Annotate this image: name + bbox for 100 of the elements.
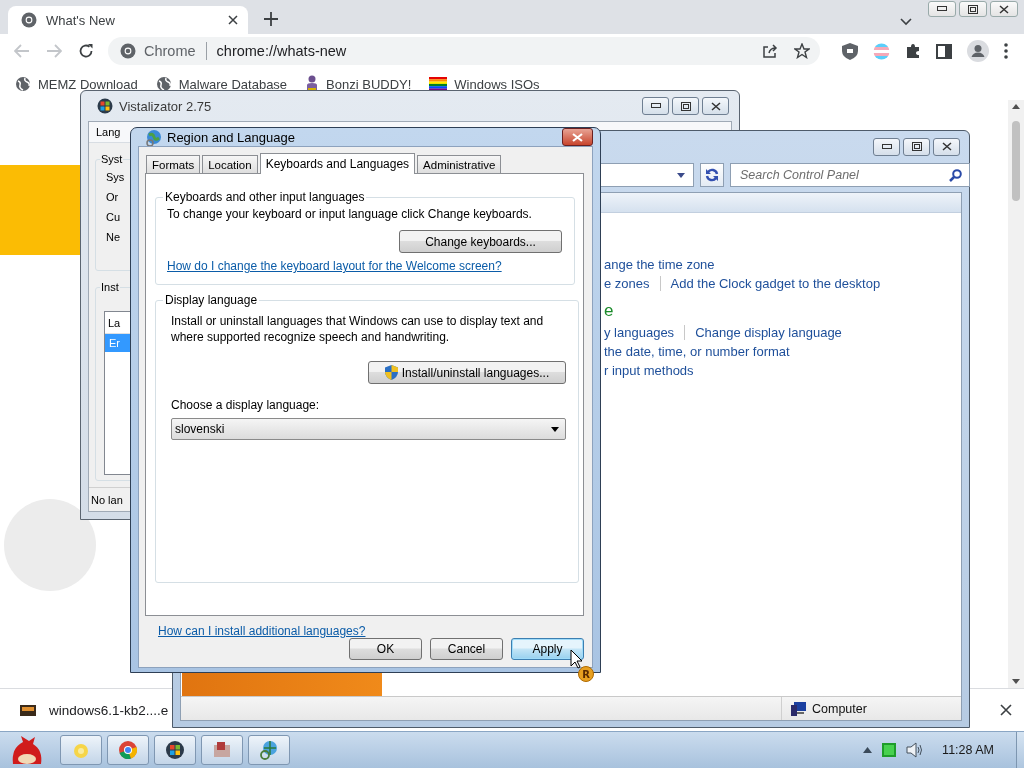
globe-icon	[145, 128, 162, 146]
bookmark-link[interactable]: Windows ISOs	[454, 76, 540, 92]
browser-tab[interactable]: What's New	[8, 6, 248, 34]
minimize-icon	[650, 103, 661, 109]
help-link[interactable]: How do I change the keyboard layout for the Welcome screen?	[167, 259, 502, 273]
shield-icon	[384, 365, 398, 380]
maximize-button[interactable]	[903, 137, 930, 156]
dialog-button[interactable]: OK	[349, 638, 422, 660]
task-link[interactable]: r input methods	[604, 363, 694, 378]
info-label: Sys	[106, 171, 125, 183]
tab[interactable]: Keyboards and Languages	[259, 153, 416, 174]
help-link[interactable]: How can I install additional languages?	[158, 624, 584, 638]
minimize-button[interactable]	[642, 97, 669, 115]
language-dropdown[interactable]: slovenski	[171, 418, 566, 440]
speaker-icon[interactable]	[906, 742, 925, 758]
restore-icon	[680, 101, 691, 111]
globe-icon	[259, 740, 279, 760]
install-languages-button[interactable]: Install/uninstall languages...	[368, 361, 566, 384]
new-tab-icon[interactable]	[264, 12, 278, 26]
chevron-down-icon[interactable]	[900, 18, 912, 26]
minimize-icon	[937, 6, 947, 12]
minimize-button[interactable]	[873, 137, 900, 156]
field-label: Choose a display language:	[171, 398, 320, 412]
tab[interactable]: Formats	[146, 155, 201, 173]
description-text: Install or uninstall languages that Windows can use to display text and where supported recognize speech and handwriting.	[171, 313, 545, 345]
taskbar-button[interactable]	[201, 735, 243, 765]
star-icon[interactable]	[794, 43, 810, 59]
show-hidden-icon[interactable]	[863, 747, 873, 753]
bookmark-link[interactable]: Malware Database	[178, 76, 288, 92]
task-link[interactable]: ange the time zone	[604, 257, 715, 272]
info-label: Cu	[106, 211, 121, 223]
bookmark-link[interactable]: Bonzi BUDDY!	[326, 76, 412, 92]
task-link[interactable]: y languages	[604, 325, 675, 340]
search-field[interactable]: Search Control Panel	[730, 163, 970, 187]
dropdown-arrow-icon[interactable]	[677, 172, 685, 178]
description-text: To change your keyboard or input language click Change keyboards.	[167, 207, 532, 221]
minimize-icon	[881, 143, 892, 150]
bookmark-link[interactable]: MEMZ Download	[38, 76, 138, 92]
close-button[interactable]	[562, 128, 593, 146]
close-icon[interactable]	[228, 15, 238, 25]
close-button[interactable]	[702, 97, 729, 115]
rainbow-flag-icon	[429, 77, 448, 91]
more-icon[interactable]	[1004, 43, 1008, 59]
menu-item[interactable]: Lang	[96, 126, 121, 138]
tab[interactable]: Administrative	[417, 155, 502, 173]
window-title: Vistalizator 2.75	[119, 98, 212, 114]
taskbar-button[interactable]	[154, 735, 196, 765]
clock[interactable]: 11:28 AM	[942, 743, 994, 757]
app-icon	[212, 741, 232, 759]
close-button[interactable]	[933, 137, 960, 156]
change-keyboards-button[interactable]: Change keyboards...	[399, 230, 562, 253]
maximize-button[interactable]	[959, 1, 987, 17]
close-icon	[710, 101, 721, 111]
file-icon[interactable]	[20, 702, 36, 718]
reload-icon[interactable]	[78, 43, 94, 59]
close-icon	[999, 4, 1009, 14]
close-icon	[572, 132, 583, 142]
windows-logo-icon	[97, 98, 113, 114]
window-title: Region and Language	[167, 129, 295, 145]
group-label: Display language	[164, 293, 259, 307]
info-label: Ne	[106, 231, 121, 243]
address-bar[interactable]: Chrome chrome://whats-new	[108, 37, 820, 65]
group-label: Inst	[100, 281, 120, 293]
dialog-button[interactable]: Apply	[511, 638, 584, 660]
dialog-button[interactable]: Cancel	[430, 638, 503, 660]
refresh-button[interactable]	[700, 163, 724, 187]
section-heading: e	[604, 300, 615, 322]
cursor-icon	[570, 649, 584, 669]
scrollbar-thumb[interactable]	[1012, 121, 1020, 201]
task-link[interactable]: Add the Clock gadget to the desktop	[670, 276, 881, 291]
minimize-button[interactable]	[928, 1, 956, 17]
shield-icon[interactable]	[842, 42, 858, 60]
chrome-logo-icon	[120, 43, 136, 59]
status-text: Computer	[812, 701, 867, 716]
restore-icon	[968, 4, 978, 14]
group-label: Keyboards and other input languages	[164, 190, 366, 204]
task-link[interactable]: e zones	[604, 276, 650, 291]
task-link[interactable]: Change display language	[695, 325, 842, 340]
globe-icon	[15, 76, 31, 92]
close-icon	[941, 142, 952, 151]
profile-icon[interactable]	[967, 40, 989, 62]
task-link[interactable]: the date, time, or number format	[604, 344, 790, 359]
puzzle-icon[interactable]	[905, 43, 921, 59]
scroll-up-icon[interactable]	[1012, 104, 1020, 109]
refresh-icon	[705, 168, 719, 182]
scroll-down-icon[interactable]	[1012, 679, 1020, 684]
tab[interactable]: Location	[202, 155, 258, 173]
side-panel-icon[interactable]	[936, 43, 952, 59]
share-icon[interactable]	[762, 43, 778, 59]
restore-icon	[911, 142, 922, 151]
windows-logo-icon	[165, 740, 185, 760]
chrome-logo-icon	[21, 12, 37, 28]
close-icon[interactable]	[1000, 704, 1012, 716]
dropdown-arrow-icon[interactable]	[551, 426, 559, 432]
computer-icon	[791, 701, 807, 716]
download-filename[interactable]: windows6.1-kb2....e	[49, 702, 169, 718]
scrollbar[interactable]	[1008, 100, 1024, 688]
close-button[interactable]	[990, 1, 1018, 17]
group-label: Syst	[100, 153, 124, 165]
maximize-button[interactable]	[672, 97, 699, 115]
